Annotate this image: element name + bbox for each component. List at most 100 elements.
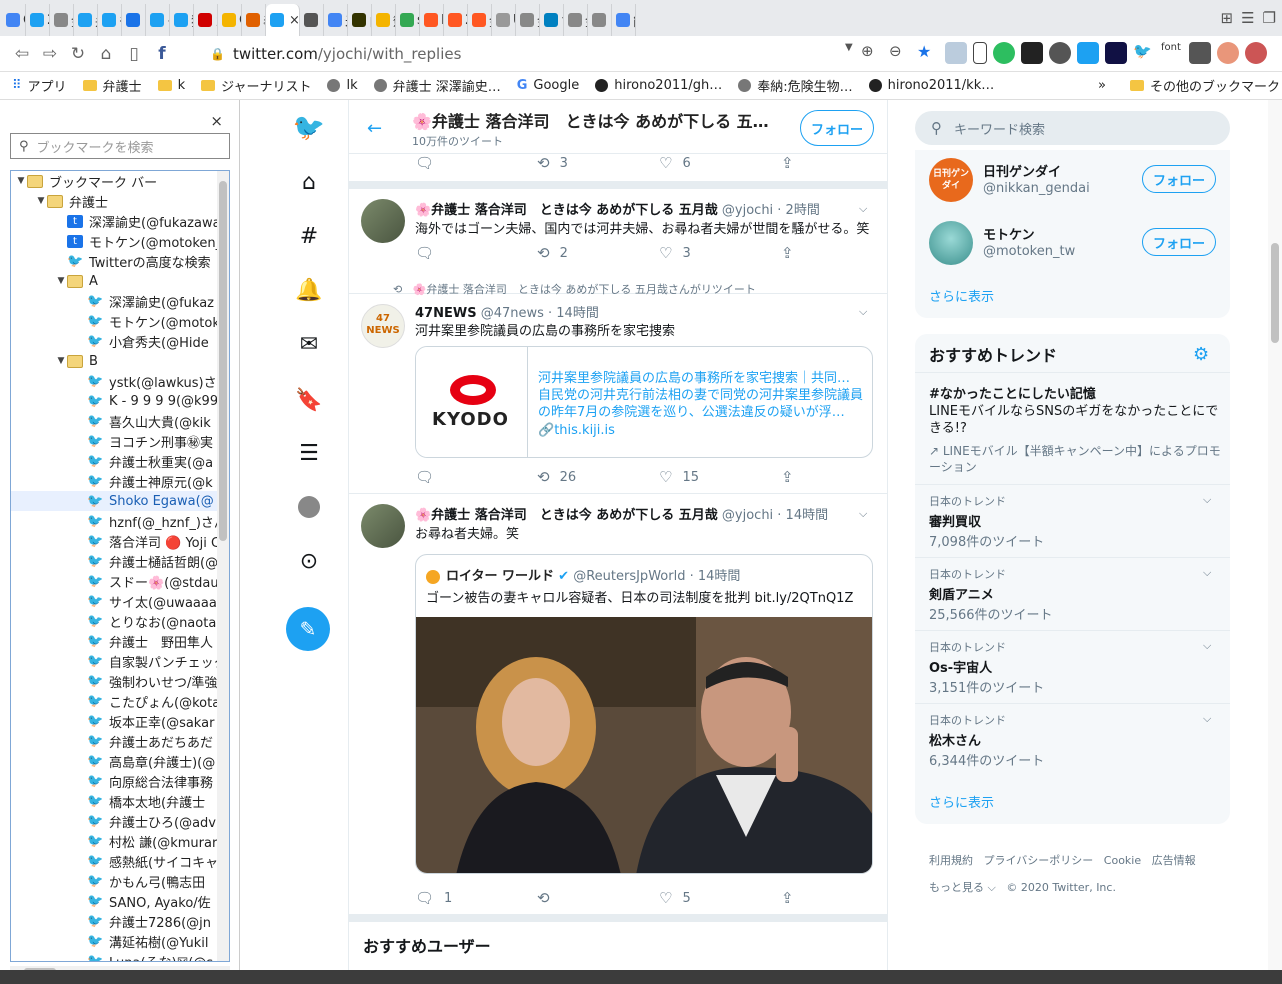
bookmark-tree-item[interactable]: 🐦 弁護士樋話哲朗(@ xyxy=(11,551,229,571)
url-icon[interactable] xyxy=(1021,42,1043,64)
caret-icon[interactable]: ⌵ xyxy=(1203,493,1211,507)
bookmark-tree-item[interactable]: 🐦 かもん弓(鴨志田 xyxy=(11,871,229,891)
extension-icon-2[interactable] xyxy=(1077,42,1099,64)
tweet-author[interactable]: 🌸弁護士 落合洋司 ときは今 あめが下しる 五月哉 @yjochi · 2時間 xyxy=(415,199,820,218)
browser-tab[interactable]: Gc xyxy=(218,4,242,36)
bookmark-tree-item[interactable]: 🐦 モトケン(@motok xyxy=(11,311,229,331)
browser-tab[interactable]: Gc xyxy=(2,4,26,36)
font-icon[interactable]: font xyxy=(1161,42,1183,64)
user-suggestion[interactable]: 日刊ゲンダイ 日刊ゲンダイ @nikkan_gendai フォロー xyxy=(915,150,1230,213)
notifications-nav-icon[interactable]: 🔔 xyxy=(285,270,333,310)
bookmark-tree-item[interactable]: ▼ 弁護士 xyxy=(11,191,229,211)
browser-tab[interactable]: モ xyxy=(146,4,170,36)
bookmark-item[interactable]: lk xyxy=(327,78,358,93)
bookmarks-overflow-icon[interactable]: » xyxy=(1098,78,1106,93)
more-nav-icon[interactable]: ⊙ xyxy=(285,541,333,581)
share-icon[interactable]: ⇪ xyxy=(781,154,794,172)
window-restore-icon[interactable]: ❐ xyxy=(1263,9,1276,27)
gamepad-icon[interactable] xyxy=(1049,42,1071,64)
bookmark-tree-item[interactable]: 🐦 スドー🌸(@stdau xyxy=(11,571,229,591)
tweet[interactable]: 🌸弁護士 落合洋司 ときは今 あめが下しる 五月哉 @yjochi · 14時間… xyxy=(349,494,887,914)
close-tab-icon[interactable]: × xyxy=(289,13,299,28)
browser-tab[interactable]: 20 xyxy=(444,4,468,36)
footer-more-link[interactable]: もっと見る ⌵ xyxy=(929,881,996,894)
follow-button[interactable]: フォロー xyxy=(1142,228,1216,256)
caret-icon[interactable]: ⌵ xyxy=(859,305,867,319)
bookmark-tree-item[interactable]: 🐦 弁護士あだちあだ xyxy=(11,731,229,751)
address-bar[interactable]: 🔒 twitter.com/yjochi/with_replies xyxy=(210,40,840,68)
other-bookmarks[interactable]: その他のブックマーク xyxy=(1130,76,1280,95)
retweet-icon[interactable]: ⟲ xyxy=(537,244,550,262)
bookmark-tree-item[interactable]: 🐦 ヨコチン刑事㊙実 xyxy=(11,431,229,451)
browser-tab[interactable]: Ul xyxy=(492,4,516,36)
trend-item[interactable]: 日本のトレンド ⌵ 松木さん 6,344件のツイート xyxy=(915,703,1230,776)
expand-arrow-icon[interactable]: ▼ xyxy=(15,176,27,186)
extension-icon-3[interactable] xyxy=(1105,42,1127,64)
explore-nav-icon[interactable]: # xyxy=(285,216,333,256)
tab-search-icon[interactable]: ☰ xyxy=(1241,9,1254,27)
messages-nav-icon[interactable]: ✉ xyxy=(285,324,333,364)
gear-icon[interactable]: ⚙ xyxy=(1193,344,1209,365)
browser-tab[interactable]: #Ł xyxy=(98,4,122,36)
bookmark-tree-item[interactable]: 🐦 向原総合法律事務 xyxy=(11,771,229,791)
bookmark-tree-item[interactable]: 🐦 高島章(弁護士)(@ xyxy=(11,751,229,771)
bookmark-tree-item[interactable]: ▼ B xyxy=(11,351,229,371)
extension-icon-4[interactable] xyxy=(1189,42,1211,64)
zoom-in-icon[interactable]: ⊕ xyxy=(861,42,883,64)
footer-link[interactable]: プライバシーポリシー xyxy=(984,854,1094,867)
bookmark-tree-item[interactable]: 🐦 とりなお(@naotar xyxy=(11,611,229,631)
browser-tab[interactable]: 懲 xyxy=(372,4,396,36)
browser-tab[interactable]: sc xyxy=(396,4,420,36)
bookmark-item[interactable]: hirono2011/gh… xyxy=(595,78,722,93)
bookmark-tree-item[interactable]: t モトケン(@motoken_ xyxy=(11,231,229,251)
trends-show-more-link[interactable]: さらに表示 xyxy=(929,792,994,811)
quoted-tweet[interactable]: ロイター ワールド ✔ @ReutersJpWorld · 14時間 ゴーン被告… xyxy=(415,554,873,874)
dropdown-icon[interactable]: ▼ xyxy=(845,42,855,64)
share-icon[interactable]: ⇪ xyxy=(781,468,794,486)
facebook-icon[interactable]: f xyxy=(148,44,176,64)
footer-link[interactable]: Cookie xyxy=(1104,854,1141,867)
bookmark-item[interactable]: 弁護士 xyxy=(82,76,142,95)
forward-icon[interactable]: ⇨ xyxy=(36,44,64,64)
bookmark-tree-item[interactable]: 🐦 弁護士秋重実(@a xyxy=(11,451,229,471)
bookmark-tree-item[interactable]: 🐦 橋本太地(弁護士 xyxy=(11,791,229,811)
bookmark-tree-item[interactable]: 🐦 感熱紙(サイコキャ xyxy=(11,851,229,871)
bookmark-tree-item[interactable]: ▼ A xyxy=(11,271,229,291)
trend-item[interactable]: 日本のトレンド ⌵ 審判買収 7,098件のツイート xyxy=(915,484,1230,557)
home-icon[interactable]: ⌂ xyxy=(92,44,120,64)
bookmark-item[interactable]: 弁護士 深澤諭史… xyxy=(373,76,501,95)
bookmark-tree-item[interactable]: 🐦 hznf(@_hznf_)さん xyxy=(11,511,229,531)
back-arrow-icon[interactable]: ← xyxy=(367,118,382,139)
browser-tab[interactable]: 金 xyxy=(468,4,492,36)
browser-tab[interactable]: 金 xyxy=(516,4,540,36)
bookmark-tree-item[interactable]: 🐦 SANO, Ayako/佐 xyxy=(11,891,229,911)
browser-tab[interactable]: す xyxy=(540,4,564,36)
bookmark-tree-item[interactable]: 🐦 村松 謙(@kmurar xyxy=(11,831,229,851)
home-nav-icon[interactable]: ⌂ xyxy=(285,162,333,202)
link-card[interactable]: KYODO 河井案里参院議員の広島の事務所を家宅捜索｜共同… 自民党の河井克行前… xyxy=(415,346,873,458)
browser-tab[interactable]: 「Bi xyxy=(122,4,146,36)
bookmark-tree-item[interactable]: 🐦 弁護士ひろ(@adv xyxy=(11,811,229,831)
browser-tab[interactable]: 金 xyxy=(564,4,588,36)
page-scrollbar[interactable] xyxy=(1268,100,1282,970)
bookmark-tree-item[interactable]: 🐦 Luna(るな)☒(@s xyxy=(11,951,229,962)
retweet-icon[interactable]: ⟲ xyxy=(537,154,550,172)
follow-button[interactable]: フォロー xyxy=(800,110,874,146)
browser-tab[interactable]: 米 xyxy=(324,4,348,36)
bookmark-tree-item[interactable]: 🐦 弁護士 野田隼人 xyxy=(11,631,229,651)
promoted-trend[interactable]: #なかったことにしたい記憶 LINEモバイルならSNSのギガをなかったことにでき… xyxy=(915,372,1230,484)
follow-button[interactable]: フォロー xyxy=(1142,165,1216,193)
profile-avatar-icon[interactable] xyxy=(1217,42,1239,64)
reload-icon[interactable]: ↻ xyxy=(64,44,92,64)
like-icon[interactable]: ♡ xyxy=(659,154,672,172)
bookmark-tree-item[interactable]: 🐦 Shoko Egawa(@ xyxy=(11,491,229,511)
reply-icon[interactable]: 🗨 xyxy=(415,244,434,262)
avatar[interactable] xyxy=(361,199,405,243)
user-suggestion[interactable]: モトケン @motoken_tw フォロー xyxy=(915,213,1230,276)
share-icon[interactable]: ⇪ xyxy=(781,889,794,907)
show-more-link[interactable]: さらに表示 xyxy=(929,286,994,305)
browser-tab[interactable]: ゴ xyxy=(194,4,218,36)
bookmark-tree-item[interactable]: 🐦 サイ太(@uwaaaa) xyxy=(11,591,229,611)
footer-link[interactable]: 利用規約 xyxy=(929,854,973,867)
browser-tab[interactable]: × xyxy=(266,4,300,36)
